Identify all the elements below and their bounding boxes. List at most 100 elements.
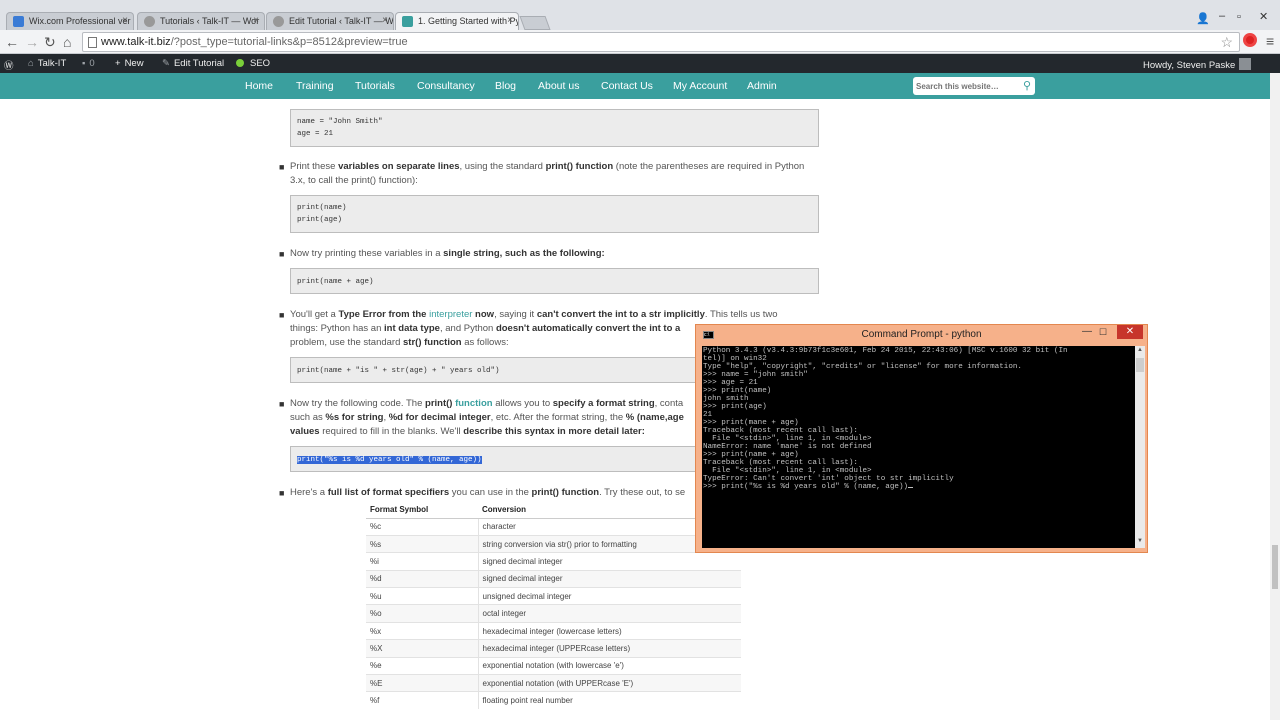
nav-about-us[interactable]: About us <box>538 80 579 92</box>
text-bold: %d for decimal integer <box>388 412 491 423</box>
list-item: ■ Print these variables on separate line… <box>279 160 819 188</box>
code-line: print(name + age) <box>297 278 374 286</box>
text: Now try the following code. The <box>290 398 426 409</box>
nav-training[interactable]: Training <box>296 80 334 92</box>
console-line: >>> print(age) <box>703 403 767 411</box>
console-line: Type "help", "copyright", "credits" or "… <box>703 363 1022 371</box>
text: , conta <box>654 398 684 409</box>
scroll-down-icon[interactable]: ▼ <box>1137 538 1143 544</box>
console-line: NameError: name 'mane' is not defined <box>703 443 872 451</box>
nav-admin[interactable]: Admin <box>747 80 777 92</box>
nav-tutorials[interactable]: Tutorials <box>355 80 395 92</box>
text: as follows: <box>461 337 509 348</box>
table-cell: %o <box>366 604 479 623</box>
console-output[interactable]: Python 3.4.3 (v3.4.3:9b73f1c3e601, Feb 2… <box>702 346 1135 548</box>
admin-site-link[interactable]: ⌂ Talk-IT <box>28 58 66 69</box>
minimize-icon[interactable]: — <box>1082 326 1092 337</box>
edit-label: Edit Tutorial <box>173 58 225 69</box>
close-window-icon[interactable]: ✕ <box>1259 10 1268 23</box>
table-cell: %s <box>366 534 479 553</box>
scroll-up-icon[interactable]: ▲ <box>1137 347 1143 353</box>
tab-label: 1. Getting Started with Py <box>418 16 519 26</box>
tab-label: Edit Tutorial ‹ Talk-IT — W <box>289 16 394 26</box>
chrome-menu-icon[interactable]: ≡ <box>1266 33 1274 49</box>
seo-label: SEO <box>250 58 271 69</box>
admin-new-link[interactable]: + New <box>115 58 144 69</box>
format-specifiers-table: Format Symbol Conversion %c character %s s… <box>366 501 741 710</box>
admin-seo-link[interactable]: SEO <box>236 58 270 69</box>
admin-comments-link[interactable]: ▪ 0 <box>82 58 95 69</box>
window-titlebar[interactable]: c:\ Command Prompt - python — ☐ ✕ <box>696 325 1147 345</box>
maximize-window-icon[interactable]: ▫ <box>1237 11 1241 23</box>
function-link[interactable]: function <box>452 398 492 409</box>
reload-icon[interactable]: ↻ <box>44 34 56 50</box>
table-row: %e exponential notation (with lowercase '… <box>366 656 741 675</box>
tab-wix[interactable]: Wix.com Professional ver × <box>6 12 134 30</box>
page-scrollbar[interactable] <box>1270 73 1280 720</box>
site-search-input[interactable] <box>916 79 1016 93</box>
table-row: %X hexadecimal integer (UPPERcase letters… <box>366 639 741 658</box>
site-navigation: Home Training Tutorials Consultancy Blog… <box>0 73 1280 99</box>
console-scrollbar-thumb[interactable] <box>1136 358 1144 372</box>
nav-my-account[interactable]: My Account <box>673 80 727 92</box>
tab-label: Wix.com Professional ver <box>29 16 131 26</box>
code-block-print-separate: print(name) print(age) <box>290 195 819 233</box>
maximize-icon[interactable]: ☐ <box>1099 327 1107 338</box>
text: , saying it <box>494 309 537 320</box>
text: You'll get a <box>290 309 339 320</box>
back-arrow-icon[interactable]: ← <box>5 34 19 50</box>
text: allows you to <box>492 398 553 409</box>
table-cell: hexadecimal integer (lowercase letters) <box>478 621 741 640</box>
code-block-format-string: print("%s is %d years old" % (name, age)… <box>290 446 700 472</box>
search-icon[interactable]: ⚲ <box>1023 79 1031 92</box>
text-bold: single string, such as the following: <box>443 248 605 259</box>
list-item-continued: such as %s for string, %d for decimal in… <box>279 411 699 425</box>
bullet-icon: ■ <box>279 249 285 259</box>
interpreter-link[interactable]: interpreter <box>429 309 472 320</box>
console-line: john smith <box>703 395 749 403</box>
list-item: ■ Now try printing these variables in a … <box>279 247 819 261</box>
selected-code-text[interactable]: print("%s is %d years old" % (name, age)… <box>297 456 482 464</box>
text-bold: %s for string <box>325 412 384 423</box>
nav-consultancy[interactable]: Consultancy <box>417 80 475 92</box>
tab-getting-started[interactable]: 1. Getting Started with Py × <box>395 12 519 30</box>
console-line: Traceback (most recent call last): <box>703 459 858 467</box>
page-scrollbar-thumb[interactable] <box>1272 545 1278 589</box>
list-item: ■ Here's a full list of format specifier… <box>279 486 699 500</box>
new-tab-button[interactable] <box>519 16 551 30</box>
text-bold: full list of format specifiers <box>327 487 450 498</box>
close-tab-icon[interactable]: × <box>507 15 513 26</box>
nav-contact-us[interactable]: Contact Us <box>601 80 653 92</box>
tab-tutorials[interactable]: Tutorials ‹ Talk-IT — Wor × <box>137 12 265 30</box>
tab-edit-tutorial[interactable]: Edit Tutorial ‹ Talk-IT — W × <box>266 12 394 30</box>
console-scrollbar[interactable]: ▲ ▼ <box>1135 346 1145 548</box>
text-bold: values <box>290 426 320 437</box>
nav-home[interactable]: Home <box>245 80 273 92</box>
close-tab-icon[interactable]: × <box>382 15 388 26</box>
user-profile-icon[interactable]: 👤 <box>1196 12 1210 25</box>
text-bold: now <box>472 309 495 320</box>
nav-blog[interactable]: Blog <box>495 80 516 92</box>
seo-status-icon <box>236 59 244 67</box>
code-line: print(name + "is " + str(age) + " years … <box>297 367 500 375</box>
console-line: >>> print(name + age) <box>703 451 799 459</box>
text-bold: print() <box>425 398 453 409</box>
howdy-label: Howdy, Steven Paske <box>1143 60 1236 71</box>
code-block-variables: name = "John Smith" age = 21 <box>290 109 819 147</box>
address-bar[interactable]: www.talk-it.biz/?post_type=tutorial-link… <box>82 32 1240 52</box>
extension-icon[interactable] <box>1243 33 1257 47</box>
minimize-window-icon[interactable]: – <box>1219 10 1225 22</box>
admin-account-link[interactable]: Howdy, Steven Paske <box>1143 58 1252 71</box>
home-icon[interactable]: ⌂ <box>63 34 71 50</box>
text: Now try printing these variables in a <box>290 248 444 259</box>
bookmark-star-icon[interactable]: ☆ <box>1220 34 1233 51</box>
close-tab-icon[interactable]: × <box>122 15 128 26</box>
code-line: print(name) <box>297 204 347 212</box>
wordpress-logo-icon[interactable]: Ⓦ <box>4 58 14 72</box>
close-tab-icon[interactable]: × <box>253 15 259 26</box>
url-text: www.talk-it.biz/?post_type=tutorial-link… <box>101 36 408 48</box>
text: Here's a <box>290 487 328 498</box>
forward-arrow-icon[interactable]: → <box>25 34 39 50</box>
close-icon[interactable]: ✕ <box>1117 325 1143 339</box>
admin-edit-link[interactable]: ✎ Edit Tutorial <box>162 58 224 69</box>
